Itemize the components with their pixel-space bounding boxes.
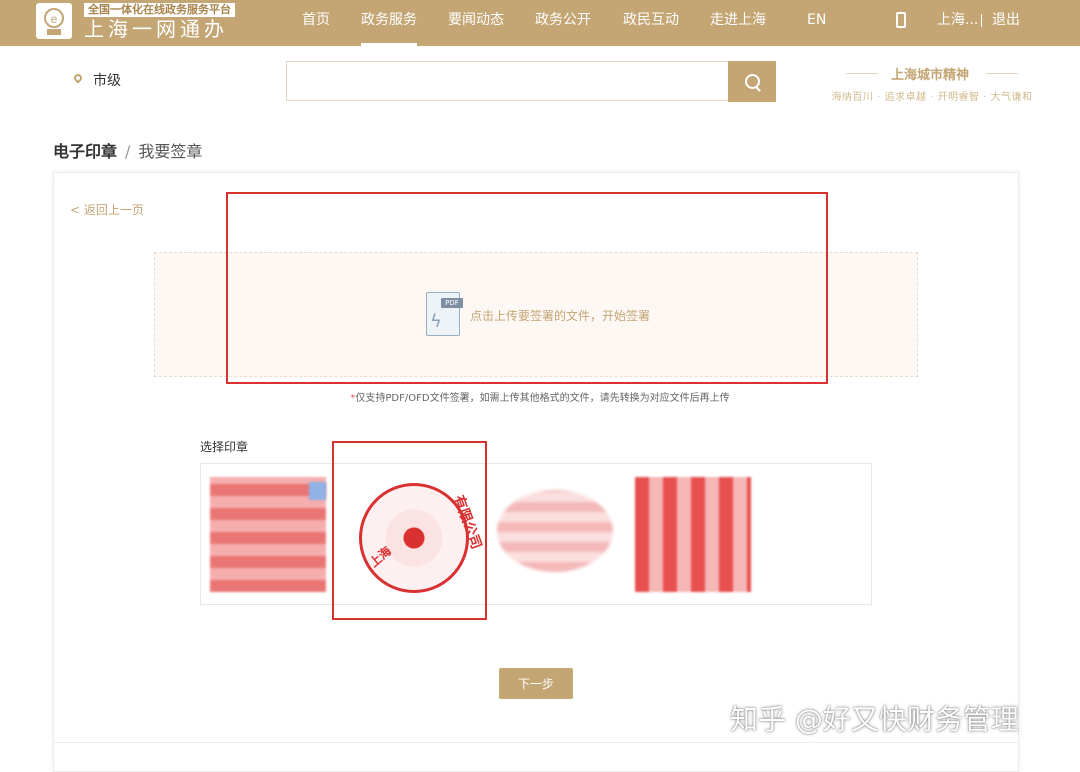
- card-divider: [53, 742, 1019, 743]
- seal-option-3[interactable]: [497, 490, 613, 572]
- breadcrumb-separator: /: [125, 142, 131, 161]
- nav-news[interactable]: 要闻动态: [448, 0, 504, 46]
- site-name[interactable]: 上海一网通办: [84, 17, 228, 41]
- phone-icon[interactable]: [896, 12, 906, 28]
- location-pin-icon: [72, 72, 84, 84]
- nav-interaction[interactable]: 政民互动: [623, 0, 679, 46]
- nav-english[interactable]: EN: [807, 0, 826, 46]
- seal-selected-marker: [309, 482, 326, 500]
- nav-home[interactable]: 首页: [302, 0, 330, 46]
- annotation-highlight-upload: [226, 192, 828, 384]
- logout-link[interactable]: 退出: [992, 0, 1020, 40]
- upload-hint: *仅支持PDF/OFD文件签署，如需上传其他格式的文件，请先转换为对应文件后再上…: [350, 393, 730, 404]
- seal-section-label: 选择印章: [200, 440, 249, 454]
- svg-text:e: e: [51, 12, 58, 26]
- platform-tag: 全国一体化在线政务服务平台: [84, 3, 235, 17]
- top-navigation-bar: e 全国一体化在线政务服务平台 上海一网通办 首页 政务服务 要闻动态 政务公开…: [0, 0, 1080, 46]
- breadcrumb-current: 我要签章: [138, 142, 203, 161]
- breadcrumb-section[interactable]: 电子印章: [53, 142, 117, 161]
- logo-icon[interactable]: e: [36, 3, 72, 39]
- watermark: 知乎 @好又快财务管理: [730, 703, 1019, 736]
- annotation-highlight-seal: [332, 441, 487, 620]
- breadcrumb: 电子印章 / 我要签章: [53, 138, 202, 162]
- nav-about-shanghai[interactable]: 走进上海: [710, 0, 766, 46]
- user-separator: [981, 14, 982, 27]
- seal-option-4[interactable]: [635, 477, 751, 592]
- search-input[interactable]: [286, 61, 728, 101]
- slogan-title: 上海城市精神: [890, 68, 969, 83]
- next-step-button[interactable]: 下一步: [499, 668, 573, 699]
- nav-government-services[interactable]: 政务服务: [361, 0, 417, 46]
- slogan-subtitle: 海纳百川 · 追求卓越 · 开明睿智 · 大气谦和: [831, 92, 1033, 103]
- location-selector[interactable]: 市级: [93, 70, 121, 90]
- back-link[interactable]: < 返回上一页: [70, 201, 144, 218]
- user-name[interactable]: 上海...: [937, 0, 978, 40]
- search-button[interactable]: [728, 61, 776, 102]
- nav-public-info[interactable]: 政务公开: [535, 0, 591, 46]
